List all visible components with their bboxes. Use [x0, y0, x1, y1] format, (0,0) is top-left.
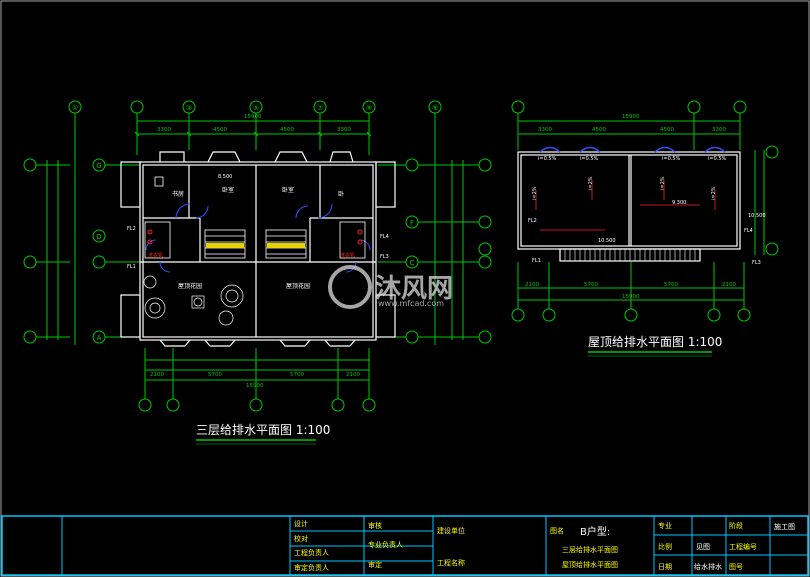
overall-width-top: 15900 — [244, 114, 262, 120]
tb-date-label: 日期 — [658, 563, 672, 571]
axis-label-7: ⑦ — [317, 104, 323, 112]
tb-client: 建设单位 — [437, 527, 465, 535]
roof-slope-8: i=2% — [711, 186, 717, 200]
roof-dim-bottom-3: 5700 — [664, 282, 678, 288]
roof-slope-7: i=2% — [660, 176, 666, 190]
dim-bottom-3: 5700 — [290, 372, 304, 378]
watermark: 沐风网 www.mfcad.com — [328, 265, 453, 309]
roof-dim-top-4: 3300 — [712, 127, 726, 133]
roof-fl4: FL4 — [744, 228, 753, 234]
tb-drawing-label: 图名 — [550, 527, 564, 535]
axis-label-D: D — [96, 233, 101, 241]
dim-top-1: 3300 — [157, 127, 171, 133]
room-label-roof-garden-1: 屋顶花园 — [178, 282, 202, 290]
tb-project-no-label: 工程编号 — [729, 543, 757, 551]
dim-top-4: 3300 — [337, 127, 351, 133]
tb-drawing-no-label: 图号 — [729, 563, 743, 571]
roof-slope-2: i=0.5% — [580, 156, 599, 162]
washer-label-left: 洗衣机 — [148, 252, 163, 259]
tb-review: 审核 — [368, 522, 382, 530]
dim-bottom-2: 5700 — [208, 372, 222, 378]
roof-fl1: FL1 — [532, 258, 541, 264]
tb-approve: 审定 — [368, 561, 382, 569]
watermark-url: www.mfcad.com — [378, 299, 444, 308]
roof-overall-width-top: 15900 — [622, 114, 640, 120]
roof-fl2: FL2 — [528, 218, 537, 224]
roof-slope-6: i=2% — [588, 176, 594, 190]
dim-top-2: 4500 — [213, 127, 227, 133]
roof-elev-1: 9.300 — [672, 200, 686, 206]
fixture-fl3: FL3 — [380, 254, 389, 260]
tb-project-name: 工程名称 — [437, 559, 465, 567]
tb-drawing-name-1: 三层给排水平面图 — [562, 546, 618, 554]
roof-elev-3: 10.500 — [748, 213, 766, 219]
roof-dim-bottom-1: 2100 — [525, 282, 539, 288]
tb-unit-type: B户型: — [580, 527, 611, 538]
roof-dim-bottom-4: 2100 — [722, 282, 736, 288]
roof-fl3: FL3 — [752, 260, 761, 266]
washer-label-right: 洗衣机 — [340, 252, 355, 259]
fixture-fl4: FL4 — [380, 234, 389, 240]
dim-bottom-1: 2100 — [150, 372, 164, 378]
roof-dim-top-3: 4500 — [660, 127, 674, 133]
axis-label-3: ③ — [186, 104, 192, 112]
fixture-fl1: FL1 — [127, 264, 136, 270]
elevation-label: 8.500 — [218, 174, 232, 180]
tb-stage-label: 阶段 — [729, 522, 743, 530]
roof-title: 屋顶给排水平面图 1:100 — [588, 335, 722, 349]
roof-plan: i=0.5% i=0.5% i=0.5% i=0.5% i=2% i=2% i=… — [511, 100, 779, 357]
title-block — [1, 515, 809, 576]
floor3-title: 三层给排水平面图 1:100 — [196, 423, 330, 437]
tb-project-lead: 工程负责人 — [294, 549, 329, 557]
roof-elev-2: 10.500 — [598, 238, 616, 244]
axis-label-G: G — [96, 162, 101, 170]
tb-design: 设计 — [294, 520, 308, 528]
tb-drawing-name-2: 屋顶给排水平面图 — [562, 561, 618, 569]
fixture-fl2: FL2 — [127, 226, 136, 232]
tb-stage: 施工图 — [774, 523, 795, 531]
roof-slope-5: i=2% — [532, 186, 538, 200]
roof-slope-4: i=0.5% — [708, 156, 727, 162]
tb-scale: 见图 — [696, 543, 710, 551]
tb-discipline: 给水排水 — [694, 563, 722, 571]
axis-label-1: ① — [72, 104, 78, 112]
tb-approval-lead: 审定负责人 — [294, 564, 329, 572]
room-label-bedroom-3: 卧 — [338, 190, 344, 198]
cad-drawing-canvas: 书房 卧室 卧室 卧 屋顶花园 屋顶花园 8.500 FL2 FL1 FL4 F… — [0, 0, 810, 577]
axis-label-5: ⑤ — [253, 104, 259, 112]
roof-slope-3: i=0.5% — [662, 156, 681, 162]
axis-label-9a: ⑨ — [366, 104, 372, 112]
overall-width-bottom: 15900 — [246, 383, 264, 389]
floor3-plan: 书房 卧室 卧室 卧 屋顶花园 屋顶花园 8.500 FL2 FL1 FL4 F… — [23, 100, 492, 445]
roof-slope-1: i=0.5% — [538, 156, 557, 162]
tb-scale-label: 比例 — [658, 543, 672, 551]
axis-label-F: F — [410, 219, 414, 227]
roof-dim-top-1: 3300 — [538, 127, 552, 133]
room-label-bedroom-2: 卧室 — [282, 186, 294, 194]
room-label-study: 书房 — [172, 190, 184, 198]
room-label-bedroom-1: 卧室 — [222, 186, 234, 194]
axis-label-C: C — [410, 259, 415, 267]
tb-discipline-label: 专业 — [658, 522, 672, 530]
tb-check: 校对 — [294, 535, 308, 543]
roof-dim-top-2: 4500 — [592, 127, 606, 133]
tb-discipline-lead: 专业负责人 — [368, 541, 403, 549]
dim-bottom-4: 2100 — [346, 372, 360, 378]
axis-label-A: A — [97, 334, 102, 342]
room-label-roof-garden-2: 屋顶花园 — [286, 282, 310, 290]
axis-label-9b: ⑨ — [432, 104, 438, 112]
roof-dim-bottom-2: 5700 — [584, 282, 598, 288]
dim-top-3: 4500 — [280, 127, 294, 133]
roof-overall-width-bottom: 15900 — [622, 294, 640, 300]
